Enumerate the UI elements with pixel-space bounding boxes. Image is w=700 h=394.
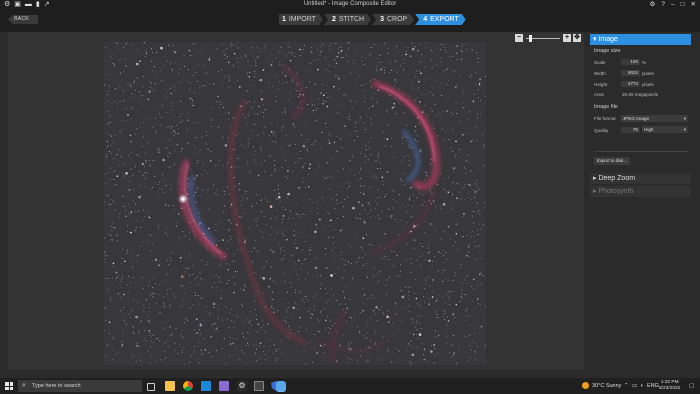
step-import[interactable]: 1 IMPORT: [279, 14, 323, 25]
file-explorer-icon[interactable]: [165, 381, 175, 391]
step-crop[interactable]: 3 CROP: [372, 14, 414, 25]
deep-zoom-section-header[interactable]: ▸ Deep Zoom: [590, 173, 691, 184]
photos-icon[interactable]: [219, 381, 229, 391]
zoom-slider-thumb[interactable]: [529, 35, 533, 42]
search-icon: ⌕: [22, 382, 26, 389]
terminal-icon[interactable]: [254, 381, 264, 391]
volume-icon[interactable]: ◖: [640, 381, 643, 391]
width-label: Width: [594, 71, 606, 76]
minimize-icon[interactable]: –: [671, 1, 675, 9]
zoom-in-button[interactable]: +: [563, 34, 571, 42]
photosynth-section-header: ▸ Photosynth: [590, 186, 691, 197]
height-unit: pixels: [642, 82, 654, 87]
step-export[interactable]: 4 EXPORT: [415, 14, 466, 25]
chevron-down-icon: ▾: [683, 127, 686, 132]
chrome-icon[interactable]: [183, 381, 193, 391]
fit-to-window-icon[interactable]: ✥: [573, 34, 581, 42]
chevron-up-icon[interactable]: ⌃: [624, 381, 629, 391]
chevron-right-icon: ▸: [593, 188, 597, 195]
maximize-icon[interactable]: □: [681, 1, 685, 9]
quality-label: Quality: [594, 128, 609, 133]
export-to-disk-button[interactable]: Export to disk...: [594, 157, 630, 165]
scale-label: Scale: [594, 60, 606, 65]
workflow-steps: 1 IMPORT 2 STITCH 3 CROP 4 EXPORT: [279, 14, 467, 25]
windows-start-icon[interactable]: [5, 382, 13, 390]
help-icon[interactable]: ?: [661, 1, 665, 9]
zoom-out-button[interactable]: −: [515, 34, 523, 42]
title-bar: ⚙ ▣ ▬ ▮ ↗ Untitled* - Image Composite Ed…: [0, 0, 700, 10]
width-unit: pixels: [642, 71, 654, 76]
clock[interactable]: 1:32 PM 8/23/2022: [659, 380, 680, 392]
chevron-right-icon: ▸: [593, 175, 597, 182]
chevron-down-icon: ▾: [683, 116, 686, 121]
image-file-label: Image file: [594, 104, 618, 110]
back-button[interactable]: BACK: [8, 15, 38, 24]
height-input[interactable]: 4774: [621, 81, 640, 87]
notification-icon[interactable]: ▢: [689, 381, 694, 391]
panorama-preview-image[interactable]: [104, 42, 486, 365]
close-icon[interactable]: ✕: [691, 1, 696, 9]
area-value: 26.85 megapixels: [622, 92, 659, 97]
divider: [594, 151, 688, 152]
quality-preset-select[interactable]: High ▾: [642, 126, 688, 133]
scale-input[interactable]: 100: [621, 59, 640, 65]
export-panel: ▾ Image Image size Scale 100 % Width 562…: [590, 32, 692, 370]
chevron-down-icon: ▾: [593, 36, 597, 43]
weather-widget[interactable]: 30°C Sunny: [582, 381, 621, 391]
battery-icon[interactable]: ▭: [632, 381, 637, 391]
step-stitch[interactable]: 2 STITCH: [324, 14, 371, 25]
window-title: Untitled* - Image Composite Editor: [303, 1, 397, 7]
file-format-label: File format: [594, 116, 616, 121]
ice-app-icon[interactable]: [276, 381, 286, 392]
file-format-select[interactable]: JPEG Image ▾: [621, 115, 688, 122]
windows-taskbar: ⌕ Type here to search ⚙ 30°C Sunny ⌃ ▭ ◖…: [0, 378, 700, 394]
task-view-icon[interactable]: [147, 383, 155, 391]
sun-icon: [582, 382, 589, 390]
scale-unit: %: [642, 60, 647, 65]
taskbar-search-box[interactable]: ⌕ Type here to search: [18, 380, 142, 392]
settings-app-icon[interactable]: ⚙: [237, 381, 247, 391]
zoom-control: − + ✥: [515, 34, 583, 43]
settings-icon[interactable]: ⚙: [650, 1, 656, 9]
quality-input[interactable]: 75: [621, 127, 640, 133]
height-label: Height: [594, 82, 608, 87]
image-size-label: Image size: [594, 48, 621, 54]
image-section-header[interactable]: ▾ Image: [590, 34, 691, 45]
language-indicator[interactable]: ENG: [647, 381, 659, 391]
width-input[interactable]: 5624: [621, 70, 640, 76]
vscode-icon[interactable]: [201, 381, 211, 391]
area-label: Area: [594, 92, 604, 97]
